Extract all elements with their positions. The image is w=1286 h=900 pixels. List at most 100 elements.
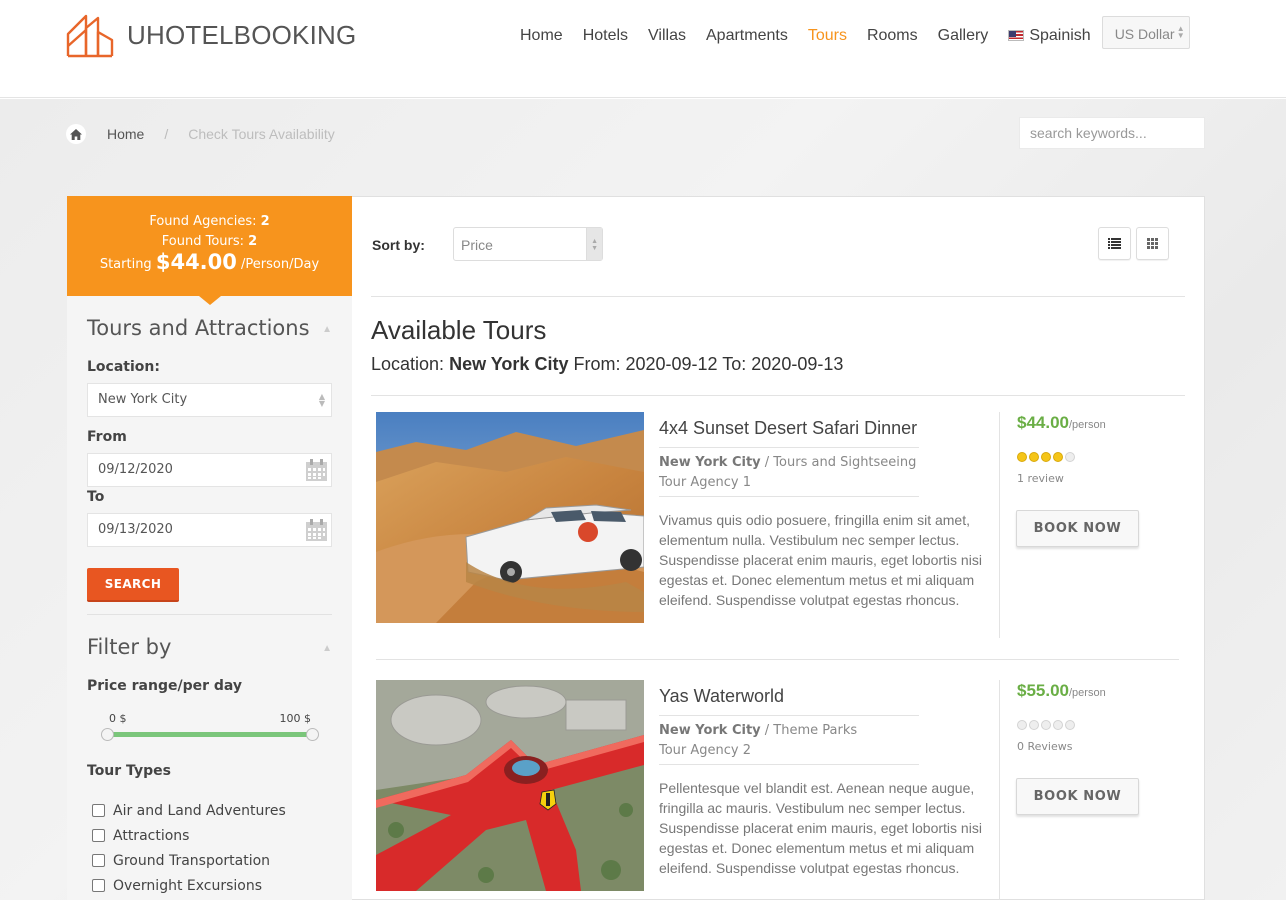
us-flag-icon [1008, 30, 1025, 41]
price-max-handle[interactable] [306, 728, 319, 741]
nav-gallery[interactable]: Gallery [938, 27, 989, 45]
tours-label: Found Tours: [161, 234, 245, 249]
sort-value: Price [461, 237, 493, 253]
home-icon[interactable] [66, 124, 86, 144]
checkbox[interactable] [92, 854, 105, 867]
select-arrows-icon: ▲ ▼ [1176, 24, 1185, 40]
rating-stars [1017, 720, 1077, 730]
nav-apartments[interactable]: Apartments [706, 27, 788, 45]
star-empty-icon [1053, 720, 1063, 730]
tour-image-desert-safari[interactable] [376, 412, 644, 623]
page-title: Available Tours [371, 315, 547, 345]
sort-label: Sort by: [372, 237, 425, 253]
checkbox[interactable] [92, 804, 105, 817]
tour-city: New York City [659, 723, 761, 738]
currency-select[interactable]: US Dollar ▲ ▼ [1101, 16, 1190, 49]
filter-title: Filter by [87, 635, 172, 659]
tour-image-waterworld[interactable] [376, 680, 644, 891]
calendar-icon[interactable] [305, 459, 328, 482]
search-button[interactable]: SEARCH [87, 568, 179, 602]
agencies-label: Found Agencies: [149, 214, 257, 229]
book-now-button[interactable]: BOOK NOW [1016, 778, 1139, 815]
tour-category: / Theme Parks [764, 723, 858, 738]
star-filled-icon [1041, 452, 1051, 462]
star-empty-icon [1017, 720, 1027, 730]
review-count[interactable]: 1 review [1017, 472, 1064, 485]
select-arrows-icon: ▲ ▼ [318, 392, 325, 408]
brand-name: UHOTELBOOKING [127, 19, 357, 50]
starting-label: Starting [99, 257, 152, 272]
to-label: To [87, 489, 105, 505]
search-input[interactable] [1019, 117, 1205, 149]
vertical-divider [999, 680, 1000, 900]
currency-value: US Dollar [1114, 26, 1175, 42]
divider [371, 395, 1185, 396]
divider [659, 764, 919, 765]
calendar-icon[interactable] [305, 519, 328, 542]
tour-type-option[interactable]: Overnight Excursions [92, 873, 286, 898]
nav-home[interactable]: Home [520, 27, 563, 45]
price-range-values: 0 $ 100 $ [109, 712, 311, 725]
sidebar: Found Agencies: 2 Found Tours: 2 Startin… [67, 196, 352, 900]
breadcrumb-home[interactable]: Home [107, 126, 144, 142]
nav-hotels[interactable]: Hotels [583, 27, 628, 45]
location-value: New York City [449, 354, 569, 374]
location-select[interactable]: New York City ▲ ▼ [87, 383, 332, 417]
search-criteria: Location: New York City From: 2020-09-12… [371, 354, 843, 375]
tour-title[interactable]: Yas Waterworld [659, 686, 784, 707]
nav-tours[interactable]: Tours [808, 27, 847, 45]
star-filled-icon [1029, 452, 1039, 462]
logo[interactable]: UHOTELBOOKING [66, 12, 356, 58]
from-prefix: From: [573, 354, 621, 374]
tour-city: New York City [659, 455, 761, 470]
to-date-value: 09/13/2020 [98, 522, 173, 537]
checkbox[interactable] [92, 829, 105, 842]
summary-pointer [199, 296, 221, 305]
tour-title[interactable]: 4x4 Sunset Desert Safari Dinner [659, 418, 917, 439]
breadcrumb-current: Check Tours Availability [188, 126, 335, 142]
to-value: 2020-09-13 [751, 354, 844, 374]
price-min-handle[interactable] [101, 728, 114, 741]
language-selector[interactable]: Spainish [1008, 26, 1091, 45]
from-label: From [87, 429, 127, 445]
tour-type-option[interactable]: Air and Land Adventures [92, 798, 286, 823]
divider [371, 296, 1185, 297]
tour-type-option[interactable]: Ground Transportation [92, 848, 286, 873]
price-range-track [107, 732, 312, 737]
checkbox[interactable] [92, 879, 105, 892]
price-unit: /person [1069, 687, 1106, 699]
to-prefix: To: [722, 354, 747, 374]
grid-view-icon [1147, 238, 1158, 249]
divider [659, 715, 919, 716]
language-label: Spainish [1029, 26, 1091, 44]
price-unit: /person [1069, 419, 1106, 431]
tour-agency: Tour Agency 2 [659, 743, 752, 758]
list-view-button[interactable] [1098, 227, 1131, 260]
sidebar-divider [87, 614, 332, 615]
grid-view-button[interactable] [1136, 227, 1169, 260]
collapse-caret-icon[interactable]: ▲ [322, 643, 332, 654]
collapse-caret-icon[interactable]: ▲ [322, 324, 332, 335]
tour-type-option[interactable]: Attractions [92, 823, 286, 848]
review-count[interactable]: 0 Reviews [1017, 740, 1072, 753]
star-filled-icon [1053, 452, 1063, 462]
tour-agency: Tour Agency 1 [659, 475, 752, 490]
breadcrumb-separator: / [164, 126, 169, 142]
location-value: New York City [98, 392, 188, 407]
tour-description: Vivamus quis odio posuere, fringilla eni… [659, 512, 982, 608]
book-now-button[interactable]: BOOK NOW [1016, 510, 1139, 547]
nav-villas[interactable]: Villas [648, 27, 686, 45]
main-content: Sort by: Price ▲ ▼ Available Tours Locati… [352, 196, 1205, 900]
star-empty-icon [1029, 720, 1039, 730]
divider [659, 496, 919, 497]
agencies-count: 2 [260, 214, 270, 229]
location-prefix: Location: [371, 354, 445, 374]
nav-rooms[interactable]: Rooms [867, 27, 918, 45]
from-date-field[interactable]: 09/12/2020 [87, 453, 332, 487]
sort-select[interactable]: Price ▲ ▼ [453, 227, 603, 261]
tour-type-label: Overnight Excursions [113, 877, 263, 894]
tour-type-label: Ground Transportation [113, 852, 271, 869]
main-nav: Home Hotels Villas Apartments Tours Room… [520, 16, 1190, 49]
tour-location: New York City / Tours and Sightseeing [659, 455, 916, 470]
to-date-field[interactable]: 09/13/2020 [87, 513, 332, 547]
